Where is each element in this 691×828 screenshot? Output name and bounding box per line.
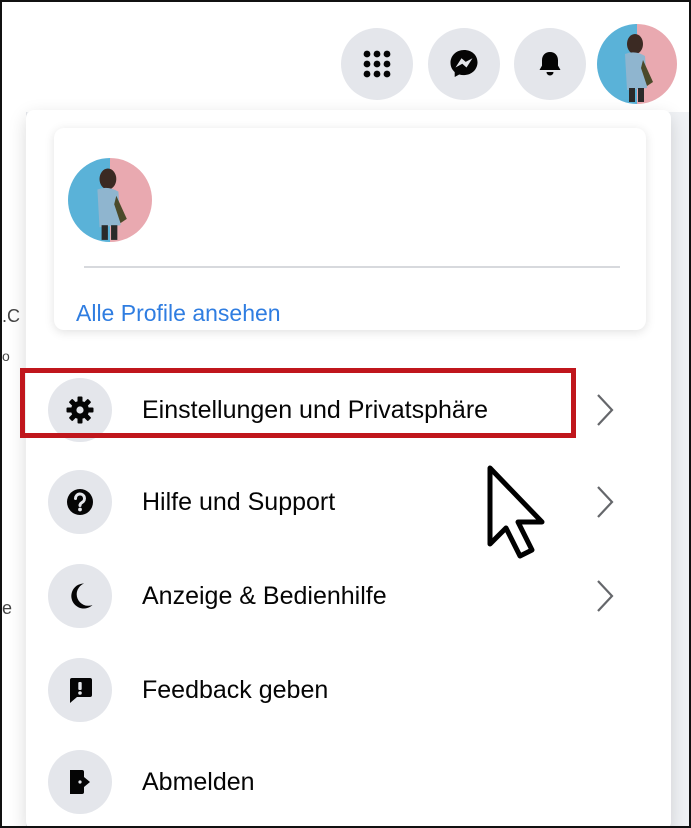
- profile-card[interactable]: Alle Profile ansehen: [54, 128, 646, 330]
- menu-item-settings-privacy[interactable]: Einstellungen und Privatsphäre: [48, 372, 638, 448]
- avatar: [68, 158, 152, 242]
- menu-item-give-feedback[interactable]: Feedback geben: [48, 652, 638, 728]
- avatar: [597, 24, 677, 104]
- chevron-right-icon: [597, 394, 614, 426]
- view-all-profiles-link[interactable]: Alle Profile ansehen: [76, 300, 281, 327]
- background-page-strip: .C o e: [2, 112, 27, 826]
- account-avatar-button[interactable]: [597, 24, 677, 104]
- menu-item-label: Anzeige & Bedienhilfe: [142, 581, 387, 610]
- menu-item-icon: [48, 470, 112, 534]
- notifications-button[interactable]: [514, 28, 586, 100]
- menu-item-label: Einstellungen und Privatsphäre: [142, 395, 489, 424]
- messenger-button[interactable]: [428, 28, 500, 100]
- feedback-icon: [70, 678, 92, 703]
- screen-frame: .C o e Alle Profile ansehen Einstellunge…: [0, 0, 691, 828]
- chevron-right-icon: [597, 486, 614, 518]
- background-text-fragment: o: [2, 348, 10, 364]
- menu-grid-button[interactable]: [341, 28, 413, 100]
- menu-item-icon: [48, 750, 112, 814]
- apps-grid-icon: [363, 50, 391, 78]
- menu-item-icon: [48, 658, 112, 722]
- help-icon: [67, 489, 93, 515]
- menu-item-icon: [48, 378, 112, 442]
- background-text-fragment: .C: [2, 306, 20, 326]
- menu-item-icon: [48, 564, 112, 628]
- messenger-icon: [450, 50, 478, 77]
- menu-item-help-support[interactable]: Hilfe und Support: [48, 464, 638, 540]
- moon-icon: [71, 583, 93, 609]
- menu-item-logout[interactable]: Abmelden: [48, 744, 638, 820]
- chevron-right-icon: [597, 580, 614, 612]
- top-bar: [2, 2, 689, 112]
- bell-icon: [539, 52, 561, 76]
- profile-avatar[interactable]: [68, 158, 152, 242]
- mouse-cursor-icon: [487, 465, 545, 559]
- gear-icon: [66, 396, 94, 424]
- divider: [84, 266, 620, 268]
- menu-item-label: Abmelden: [142, 767, 255, 796]
- profile-name-redacted: [168, 174, 358, 224]
- account-menu-panel: Alle Profile ansehen Einstellungen und P…: [26, 110, 671, 826]
- logout-icon: [70, 770, 90, 794]
- background-text-fragment: e: [2, 598, 13, 618]
- menu-item-display-accessibility[interactable]: Anzeige & Bedienhilfe: [48, 558, 638, 634]
- menu-item-label: Feedback geben: [142, 675, 329, 704]
- menu-item-label: Hilfe und Support: [142, 487, 336, 516]
